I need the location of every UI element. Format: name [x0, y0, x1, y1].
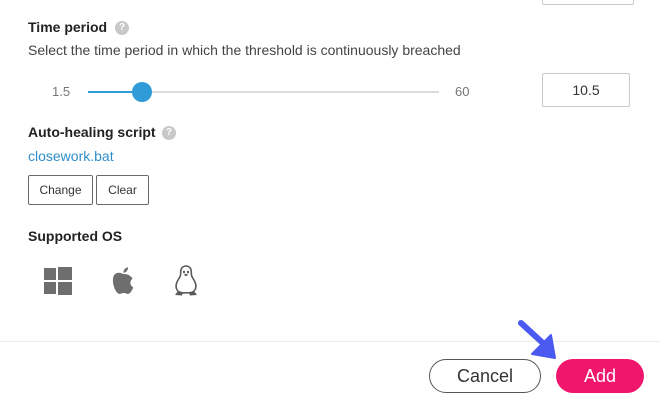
apple-icon	[112, 267, 134, 294]
auto-healing-title: Auto-healing script	[28, 124, 156, 140]
slider-min-label: 1.5	[52, 84, 71, 99]
time-period-description: Select the time period in which the thre…	[28, 42, 461, 58]
time-period-slider-thumb[interactable]	[132, 82, 152, 102]
slider-max-label: 60	[455, 84, 470, 99]
annotation-arrow-icon	[518, 320, 556, 359]
previous-field-input[interactable]	[542, 0, 634, 5]
clear-script-button[interactable]: Clear	[96, 175, 149, 205]
supported-os-title: Supported OS	[28, 228, 123, 244]
time-period-title: Time period	[28, 19, 108, 35]
auto-healing-help-icon[interactable]: ?	[162, 126, 176, 140]
time-period-help-icon[interactable]: ?	[115, 21, 129, 35]
cancel-button[interactable]: Cancel	[429, 359, 541, 393]
add-button[interactable]: Add	[556, 359, 644, 393]
time-period-value-input[interactable]	[542, 73, 630, 107]
change-script-button[interactable]: Change	[28, 175, 93, 205]
script-file-link[interactable]: closework.bat	[28, 148, 114, 164]
linux-icon	[175, 265, 197, 296]
windows-icon	[44, 267, 72, 295]
